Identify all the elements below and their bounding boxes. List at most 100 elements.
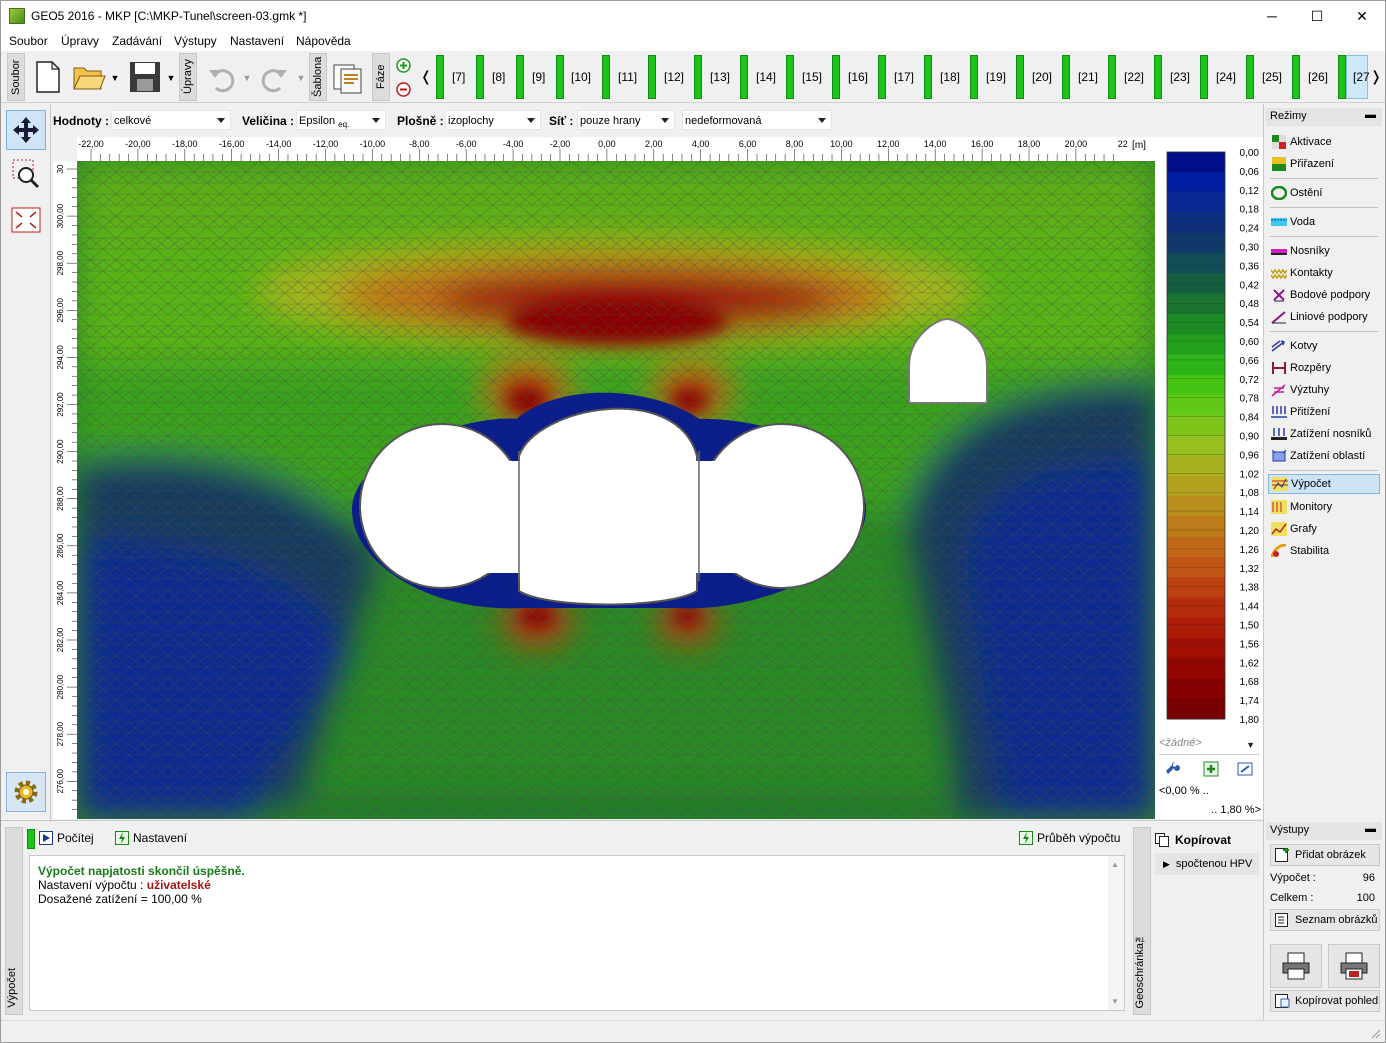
deform-select[interactable]: nedeformovaná bbox=[682, 110, 832, 130]
stage-25[interactable]: [25] bbox=[1262, 70, 1282, 84]
menu-zadavani[interactable]: Zadávání bbox=[112, 34, 162, 48]
stage-22[interactable]: [22] bbox=[1124, 70, 1144, 84]
legend-value-label: 0,54 bbox=[1240, 318, 1260, 329]
legend-add-button[interactable] bbox=[1203, 761, 1219, 777]
maximize-button[interactable]: ☐ bbox=[1294, 1, 1340, 31]
zoom-button[interactable] bbox=[6, 154, 46, 194]
prubeh-vypoctu-button[interactable]: Průběh výpočtu bbox=[1019, 831, 1120, 845]
stage-21[interactable]: [21] bbox=[1078, 70, 1098, 84]
left-toolbar bbox=[1, 104, 51, 820]
stage-20[interactable]: [20] bbox=[1032, 70, 1052, 84]
resize-grip-icon[interactable] bbox=[1369, 1027, 1381, 1039]
mode-nosniky[interactable]: Nosníky bbox=[1268, 241, 1380, 261]
x-tick-label: -18,00 bbox=[172, 139, 198, 149]
legend-color-band bbox=[1167, 536, 1225, 558]
stage-27[interactable]: [27 bbox=[1353, 70, 1370, 84]
mode-vypocet[interactable]: Výpočet bbox=[1268, 474, 1380, 494]
print-button[interactable] bbox=[1270, 944, 1322, 988]
mode-pritizeni[interactable]: Přitížení bbox=[1268, 402, 1380, 422]
spoctenou-hpv-button[interactable]: ▶ spočtenou HPV bbox=[1155, 853, 1259, 875]
kopirovat-pohled-button[interactable]: Kopírovat pohled bbox=[1270, 990, 1380, 1012]
mode-zatizeni-nosniku[interactable]: Zatížení nosníků bbox=[1268, 424, 1380, 444]
x-tick-label: -10,00 bbox=[360, 139, 386, 149]
mode-liniove-podpory-label: Liniové podpory bbox=[1290, 311, 1368, 323]
settings-button[interactable] bbox=[6, 772, 46, 812]
remove-stage-button[interactable] bbox=[395, 81, 411, 97]
stage-15[interactable]: [15] bbox=[802, 70, 822, 84]
stage-prev-button[interactable]: ❬ bbox=[419, 65, 433, 87]
redo-button[interactable] bbox=[255, 61, 295, 97]
open-file-button[interactable] bbox=[71, 57, 107, 97]
mode-zatizeni-oblasti[interactable]: Zatížení oblastí bbox=[1268, 446, 1380, 466]
stage-17[interactable]: [17] bbox=[894, 70, 914, 84]
velicina-select[interactable]: Epsilon eq. bbox=[296, 110, 386, 130]
menu-napoveda[interactable]: Nápověda bbox=[296, 34, 351, 48]
stage-12[interactable]: [12] bbox=[664, 70, 684, 84]
legend-settings-button[interactable] bbox=[1165, 761, 1181, 777]
pridat-obrazek-button[interactable]: Přidat obrázek bbox=[1270, 844, 1380, 866]
stage-13[interactable]: [13] bbox=[710, 70, 730, 84]
print-export-button[interactable] bbox=[1328, 944, 1380, 988]
undo-button[interactable] bbox=[201, 61, 241, 97]
menu-nastaveni[interactable]: Nastavení bbox=[230, 34, 284, 48]
legend-profile-select[interactable]: <žádné> ▼ bbox=[1159, 737, 1259, 755]
stage-11[interactable]: [11] bbox=[618, 70, 637, 84]
menu-vystupy[interactable]: Výstupy bbox=[174, 34, 217, 48]
stage-7[interactable]: [7] bbox=[452, 70, 465, 84]
mode-monitory[interactable]: Monitory bbox=[1268, 497, 1380, 517]
mode-liniove-podpory[interactable]: Liniové podpory bbox=[1268, 307, 1380, 327]
mode-kontakty[interactable]: Kontakty bbox=[1268, 263, 1380, 283]
redo-dropdown-icon[interactable]: ▼ bbox=[295, 71, 307, 85]
stage-9[interactable]: [9] bbox=[532, 70, 545, 84]
mode-stabilita[interactable]: Stabilita bbox=[1268, 541, 1380, 561]
mode-voda[interactable]: Voda bbox=[1268, 212, 1380, 232]
minimize-button[interactable]: ─ bbox=[1249, 1, 1295, 31]
mode-vyztuhy-label: Výztuhy bbox=[1290, 384, 1330, 396]
mode-kotvy[interactable]: Kotvy bbox=[1268, 336, 1380, 356]
mode-bodove-podpory[interactable]: Bodové podpory bbox=[1268, 285, 1380, 305]
progress-bolt-icon bbox=[1019, 831, 1033, 845]
stage-24[interactable]: [24] bbox=[1216, 70, 1236, 84]
menu-upravy[interactable]: Úpravy bbox=[61, 34, 99, 48]
mode-vyztuhy[interactable]: Výztuhy bbox=[1268, 380, 1380, 400]
nastaveni-button[interactable]: Nastavení bbox=[115, 831, 187, 845]
stage-18[interactable]: [18] bbox=[940, 70, 960, 84]
new-file-button[interactable] bbox=[31, 57, 65, 97]
hodnoty-select[interactable]: celkové bbox=[111, 110, 231, 130]
open-dropdown-icon[interactable]: ▼ bbox=[109, 71, 121, 85]
stage-19[interactable]: [19] bbox=[986, 70, 1006, 84]
save-button[interactable] bbox=[127, 57, 163, 97]
vypocet-side-tab[interactable]: Výpočet bbox=[5, 827, 23, 1015]
stage-14[interactable]: [14] bbox=[756, 70, 776, 84]
mode-prirazeni[interactable]: Přiřazení bbox=[1268, 154, 1380, 174]
stage-10[interactable]: [10] bbox=[571, 70, 591, 84]
geoschranka-tab[interactable]: Geoschránka™ bbox=[1133, 827, 1151, 1015]
pocitej-label: Počítej bbox=[57, 831, 94, 845]
menu-soubor[interactable]: Soubor bbox=[9, 34, 48, 48]
mode-nosniky-label: Nosníky bbox=[1290, 245, 1330, 257]
plosne-select[interactable]: izoplochy bbox=[445, 110, 541, 130]
add-stage-button[interactable] bbox=[395, 57, 411, 73]
undo-dropdown-icon[interactable]: ▼ bbox=[241, 71, 253, 85]
stage-8[interactable]: [8] bbox=[492, 70, 505, 84]
fem-results-plot[interactable] bbox=[77, 161, 1155, 819]
mode-grafy[interactable]: Grafy bbox=[1268, 519, 1380, 539]
mode-aktivace[interactable]: Aktivace bbox=[1268, 132, 1380, 152]
log-scrollbar[interactable]: ▲ ▼ bbox=[1108, 856, 1124, 1010]
stage-26[interactable]: [26] bbox=[1308, 70, 1328, 84]
stage-16[interactable]: [16] bbox=[848, 70, 868, 84]
mode-osteni[interactable]: Ostění bbox=[1268, 183, 1380, 203]
close-button[interactable]: ✕ bbox=[1339, 1, 1385, 31]
stage-23[interactable]: [23] bbox=[1170, 70, 1190, 84]
sit-select[interactable]: pouze hrany bbox=[577, 110, 675, 130]
seznam-obrazku-button[interactable]: Seznam obrázků bbox=[1270, 909, 1380, 931]
pocitej-button[interactable]: Počítej bbox=[39, 831, 94, 845]
zoom-extents-button[interactable] bbox=[6, 200, 46, 240]
template-button[interactable] bbox=[331, 59, 367, 97]
kopirovat-header[interactable]: Kopírovat bbox=[1155, 833, 1231, 847]
save-dropdown-icon[interactable]: ▼ bbox=[165, 71, 177, 85]
mode-rozpery[interactable]: Rozpěry bbox=[1268, 358, 1380, 378]
stage-next-button[interactable]: ❭ bbox=[1369, 65, 1383, 87]
legend-edit-button[interactable] bbox=[1237, 761, 1253, 777]
pan-button[interactable] bbox=[6, 110, 46, 150]
